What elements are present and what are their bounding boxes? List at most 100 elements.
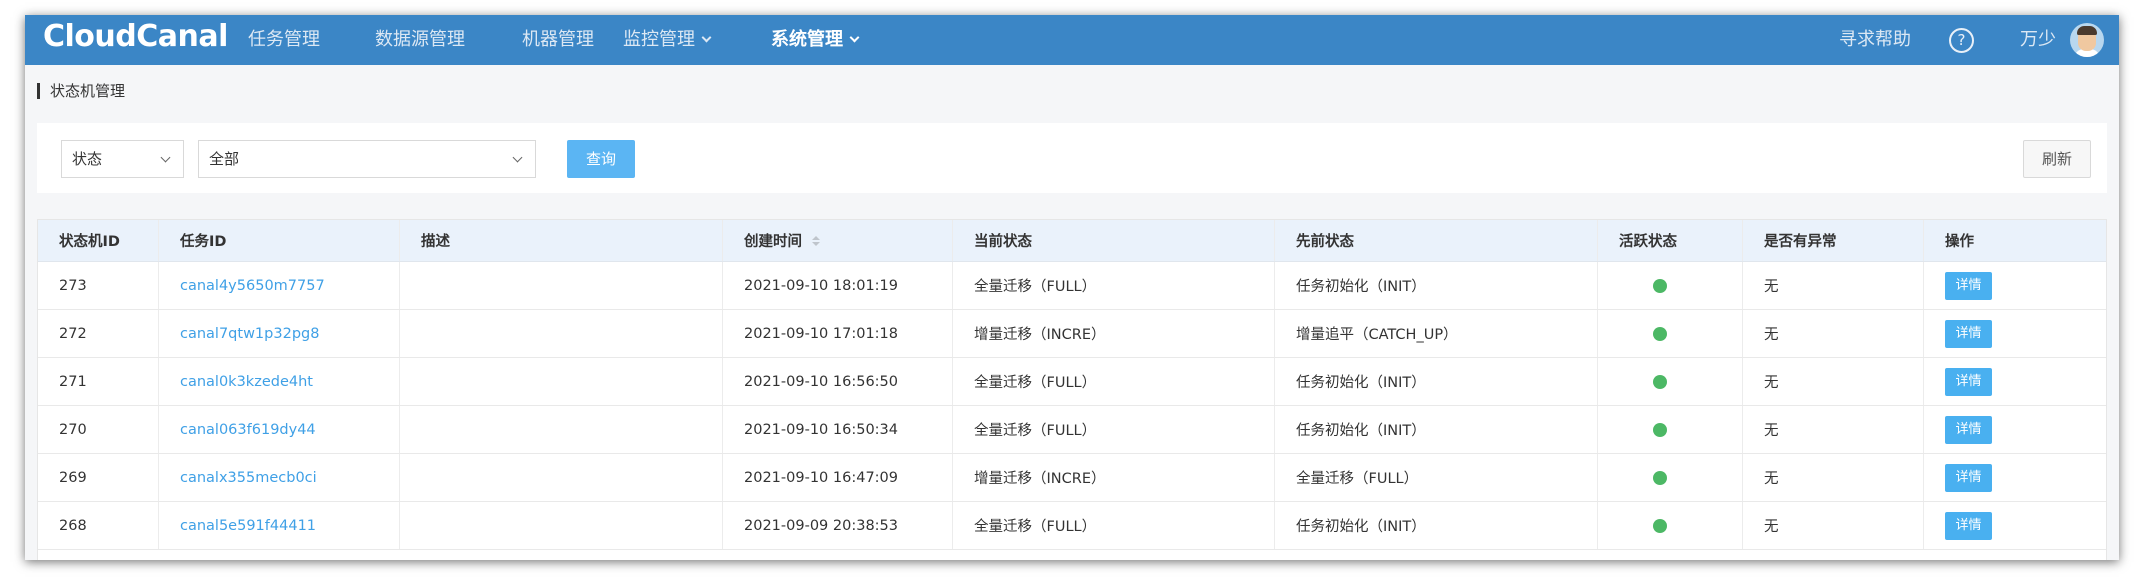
state-machine-id-cell: 273	[38, 262, 159, 309]
active-status-dot	[1653, 422, 1667, 437]
app-window: CloudCanal 任务管理 数据源管理 机器管理 监控管理 系统管理 寻求帮…	[25, 15, 2119, 560]
nav-monitor-management[interactable]: 监控管理	[623, 15, 712, 65]
exception-cell: 无	[1743, 262, 1924, 309]
description-cell	[400, 262, 723, 309]
detail-button[interactable]: 详情	[1945, 271, 1992, 300]
active-state-cell	[1598, 406, 1743, 453]
col-header-created-time[interactable]: 创建时间	[723, 220, 953, 261]
active-state-cell	[1598, 262, 1743, 309]
previous-state-cell: 任务初始化（INIT）	[1275, 502, 1598, 549]
created-time-cell: 2021-09-10 18:01:19	[723, 262, 953, 309]
task-id-link[interactable]: canal5e591f44411	[159, 502, 400, 549]
detail-button[interactable]: 详情	[1945, 463, 1992, 492]
chevron-down-icon	[512, 152, 523, 163]
col-header-description: 描述	[400, 220, 723, 261]
detail-button[interactable]: 详情	[1945, 511, 1992, 540]
page-title: 状态机管理	[37, 83, 125, 99]
active-status-dot	[1653, 518, 1667, 533]
nav-system-label: 系统管理	[771, 29, 843, 50]
current-state-cell: 全量迁移（FULL）	[953, 502, 1275, 549]
task-id-link[interactable]: canal0k3kzede4ht	[159, 358, 400, 405]
table-row: 269 canalx355mecb0ci 2021-09-10 16:47:09…	[38, 454, 2106, 502]
exception-cell: 无	[1743, 406, 1924, 453]
active-state-cell	[1598, 502, 1743, 549]
detail-button[interactable]: 详情	[1945, 319, 1992, 348]
current-state-cell: 增量迁移（INCRE）	[953, 310, 1275, 357]
table-row: 273 canal4y5650m7757 2021-09-10 18:01:19…	[38, 262, 2106, 310]
task-id-link[interactable]: canal063f619dy44	[159, 406, 400, 453]
col-header-current-state: 当前状态	[953, 220, 1275, 261]
chevron-down-icon	[849, 32, 860, 43]
created-time-cell: 2021-09-10 17:01:18	[723, 310, 953, 357]
previous-state-cell: 全量迁移（FULL）	[1275, 454, 1598, 501]
cloudcanal-logo[interactable]: CloudCanal	[43, 19, 228, 54]
help-link[interactable]: 寻求帮助	[1839, 15, 1911, 65]
chevron-down-icon	[160, 152, 171, 163]
col-header-previous-state: 先前状态	[1275, 220, 1598, 261]
table-row: 271 canal0k3kzede4ht 2021-09-10 16:56:50…	[38, 358, 2106, 406]
avatar-hair-shape	[2077, 26, 2097, 35]
top-navbar: CloudCanal 任务管理 数据源管理 机器管理 监控管理 系统管理 寻求帮…	[25, 15, 2119, 65]
actions-cell: 详情	[1924, 358, 2106, 405]
active-status-dot	[1653, 278, 1667, 293]
chevron-down-icon	[701, 32, 712, 43]
nav-datasource-management[interactable]: 数据源管理	[375, 15, 465, 65]
exception-cell: 无	[1743, 454, 1924, 501]
filter-value-text: 全部	[209, 150, 240, 168]
actions-cell: 详情	[1924, 454, 2106, 501]
description-cell	[400, 310, 723, 357]
col-header-active-state: 活跃状态	[1598, 220, 1743, 261]
user-name[interactable]: 万少	[2020, 15, 2056, 65]
created-time-cell: 2021-09-10 16:56:50	[723, 358, 953, 405]
description-cell	[400, 502, 723, 549]
detail-button[interactable]: 详情	[1945, 367, 1992, 396]
help-question-icon[interactable]: ?	[1949, 28, 1974, 53]
table-row: 272 canal7qtw1p32pg8 2021-09-10 17:01:18…	[38, 310, 2106, 358]
nav-system-management[interactable]: 系统管理	[771, 15, 860, 65]
nav-machine-management[interactable]: 机器管理	[522, 15, 594, 65]
sort-icon[interactable]	[812, 235, 820, 246]
state-machine-id-cell: 269	[38, 454, 159, 501]
task-id-link[interactable]: canalx355mecb0ci	[159, 454, 400, 501]
description-cell	[400, 358, 723, 405]
table-row: 268 canal5e591f44411 2021-09-09 20:38:53…	[38, 502, 2106, 550]
created-time-cell: 2021-09-09 20:38:53	[723, 502, 953, 549]
exception-cell: 无	[1743, 358, 1924, 405]
active-status-dot	[1653, 374, 1667, 389]
detail-button[interactable]: 详情	[1945, 415, 1992, 444]
nav-task-management[interactable]: 任务管理	[248, 15, 320, 65]
col-header-task-id: 任务ID	[159, 220, 400, 261]
col-header-state-machine-id: 状态机ID	[38, 220, 159, 261]
current-state-cell: 全量迁移（FULL）	[953, 406, 1275, 453]
col-header-actions: 操作	[1945, 234, 1974, 250]
previous-state-cell: 任务初始化（INIT）	[1275, 406, 1598, 453]
state-machine-id-cell: 271	[38, 358, 159, 405]
state-machine-id-cell: 272	[38, 310, 159, 357]
exception-cell: 无	[1743, 502, 1924, 549]
state-machine-table: 状态机ID 任务ID 描述 创建时间 当前状态 先前状态 活跃状态 是否有异常 …	[37, 219, 2107, 560]
active-state-cell	[1598, 454, 1743, 501]
table-row: 270 canal063f619dy44 2021-09-10 16:50:34…	[38, 406, 2106, 454]
actions-cell: 详情	[1924, 262, 2106, 309]
current-state-cell: 增量迁移（INCRE）	[953, 454, 1275, 501]
previous-state-cell: 增量追平（CATCH_UP）	[1275, 310, 1598, 357]
query-button[interactable]: 查询	[567, 140, 635, 178]
created-time-label: 创建时间	[744, 234, 802, 250]
previous-state-cell: 任务初始化（INIT）	[1275, 262, 1598, 309]
actions-cell: 详情	[1924, 310, 2106, 357]
current-state-cell: 全量迁移（FULL）	[953, 358, 1275, 405]
filter-panel: 状态 全部 查询 刷新	[37, 123, 2107, 193]
table-header: 状态机ID 任务ID 描述 创建时间 当前状态 先前状态 活跃状态 是否有异常 …	[38, 220, 2106, 262]
refresh-button[interactable]: 刷新	[2023, 140, 2091, 178]
created-time-cell: 2021-09-10 16:50:34	[723, 406, 953, 453]
description-cell	[400, 454, 723, 501]
task-id-link[interactable]: canal7qtw1p32pg8	[159, 310, 400, 357]
active-status-dot	[1653, 326, 1667, 341]
avatar[interactable]	[2070, 23, 2104, 57]
actions-cell: 详情	[1924, 406, 2106, 453]
filter-field-select[interactable]: 状态	[61, 140, 184, 178]
active-status-dot	[1653, 470, 1667, 485]
active-state-cell	[1598, 310, 1743, 357]
task-id-link[interactable]: canal4y5650m7757	[159, 262, 400, 309]
filter-value-select[interactable]: 全部	[198, 140, 536, 178]
